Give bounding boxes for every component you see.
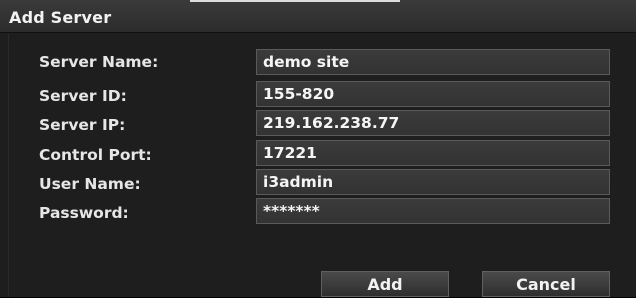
server-name-label: Server Name:: [39, 53, 159, 71]
control-port-label: Control Port:: [39, 146, 152, 164]
dialog-title: Add Server: [9, 8, 112, 27]
user-name-input[interactable]: i3admin: [256, 169, 610, 195]
server-ip-input[interactable]: 219.162.238.77: [256, 110, 610, 136]
server-id-label: Server ID:: [39, 87, 127, 105]
dialog-titlebar[interactable]: Add Server: [0, 0, 636, 33]
password-input[interactable]: *******: [256, 198, 610, 224]
user-name-label: User Name:: [39, 175, 141, 193]
control-port-input[interactable]: 17221: [256, 140, 610, 166]
dialog-frame-line: [8, 34, 9, 297]
add-button[interactable]: Add: [321, 271, 449, 297]
server-ip-label: Server IP:: [39, 116, 126, 134]
password-label: Password:: [39, 204, 129, 222]
cancel-button[interactable]: Cancel: [482, 271, 610, 297]
add-server-dialog: Add Server Server Name: demo site Server…: [0, 0, 636, 297]
server-name-input[interactable]: demo site: [256, 49, 610, 75]
server-id-input[interactable]: 155-820: [256, 81, 610, 107]
